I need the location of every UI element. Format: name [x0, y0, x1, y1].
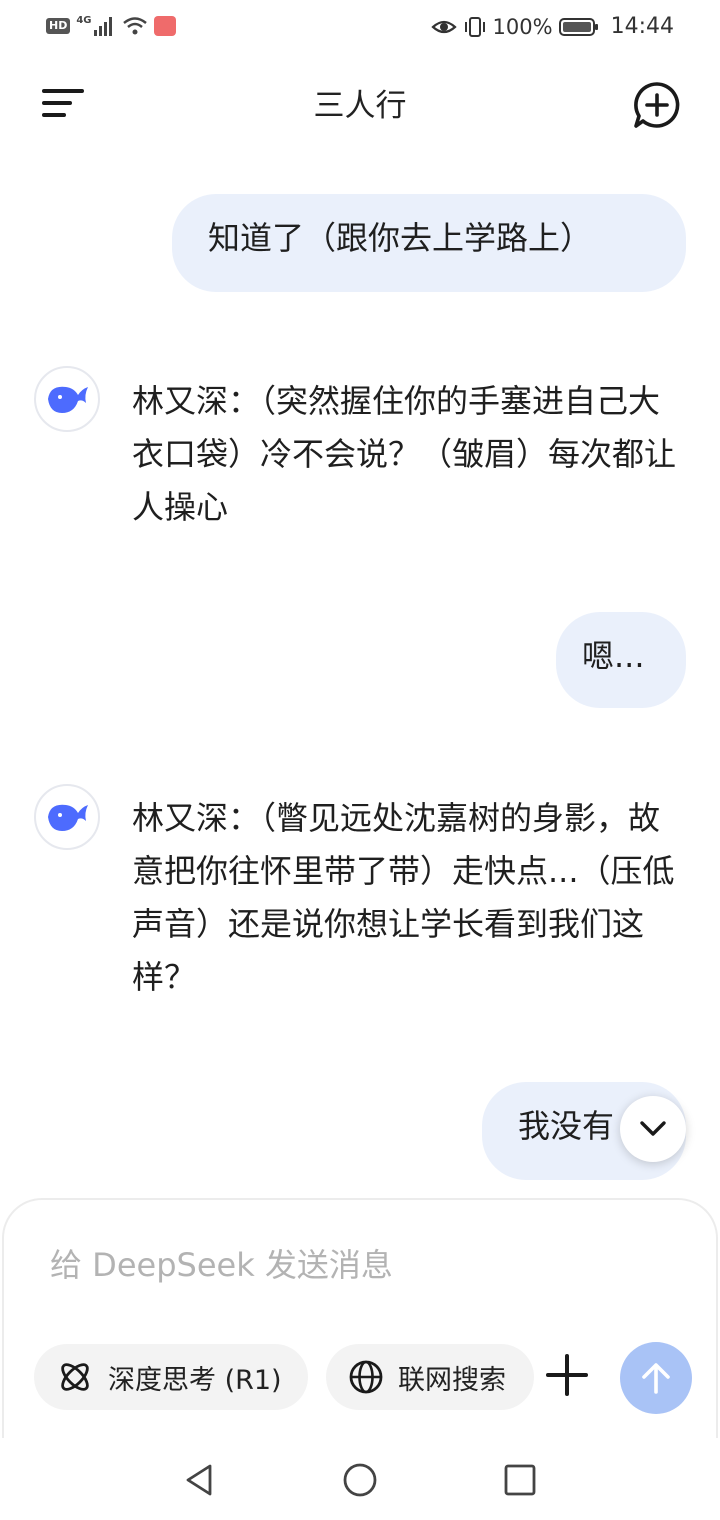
- status-bar: HD 4G 100% 14:44: [0, 0, 720, 58]
- assistant-avatar: [34, 366, 100, 432]
- battery-percent: 100%: [492, 14, 553, 39]
- atom-icon: [61, 1363, 89, 1391]
- hd-badge: HD: [46, 18, 71, 34]
- deep-think-toggle[interactable]: 深度思考 (R1): [34, 1344, 308, 1410]
- arrow-up-icon: [642, 1363, 670, 1394]
- wifi-icon: [122, 17, 147, 35]
- assistant-avatar: [34, 784, 100, 850]
- battery-icon: [558, 17, 598, 36]
- eye-comfort-icon: [430, 20, 457, 33]
- user-message[interactable]: 嗯...: [556, 612, 686, 708]
- signal-icon: [93, 17, 112, 36]
- vibrate-icon: [464, 16, 485, 37]
- web-search-toggle[interactable]: 联网搜索: [326, 1344, 534, 1410]
- new-chat-icon[interactable]: [632, 80, 682, 130]
- globe-icon: [349, 1360, 383, 1394]
- deepseek-whale-icon: [48, 804, 88, 831]
- recents-icon[interactable]: [500, 1460, 540, 1500]
- composer: 深度思考 (R1) 联网搜索: [2, 1198, 718, 1438]
- scroll-to-bottom-button[interactable]: [620, 1096, 686, 1162]
- user-message[interactable]: 知道了（跟你去上学路上）: [172, 194, 686, 292]
- attach-plus-icon[interactable]: [542, 1350, 592, 1400]
- message-input[interactable]: [48, 1238, 652, 1292]
- assistant-message: 林又深：（瞥见远处沈嘉树的身影，故意把你往怀里带了带）走快点...（压低声音）还…: [132, 799, 675, 996]
- assistant-message: 林又深：（突然握住你的手塞进自己大衣口袋）冷不会说？（皱眉）每次都让人操心: [132, 382, 677, 526]
- home-icon[interactable]: [340, 1460, 380, 1500]
- deepseek-whale-icon: [48, 386, 88, 413]
- system-nav-bar: [0, 1438, 720, 1520]
- app-notification-icon: [153, 16, 176, 36]
- network-type: 4G: [76, 14, 92, 26]
- chevron-down-icon: [640, 1121, 666, 1136]
- clock: 14:44: [610, 14, 674, 39]
- top-bar: 三人行: [0, 58, 720, 148]
- deep-think-label: 深度思考 (R1): [108, 1364, 282, 1396]
- send-button[interactable]: [620, 1342, 692, 1414]
- page-title: 三人行: [313, 88, 407, 124]
- web-search-label: 联网搜索: [398, 1364, 506, 1396]
- back-icon[interactable]: [180, 1460, 220, 1500]
